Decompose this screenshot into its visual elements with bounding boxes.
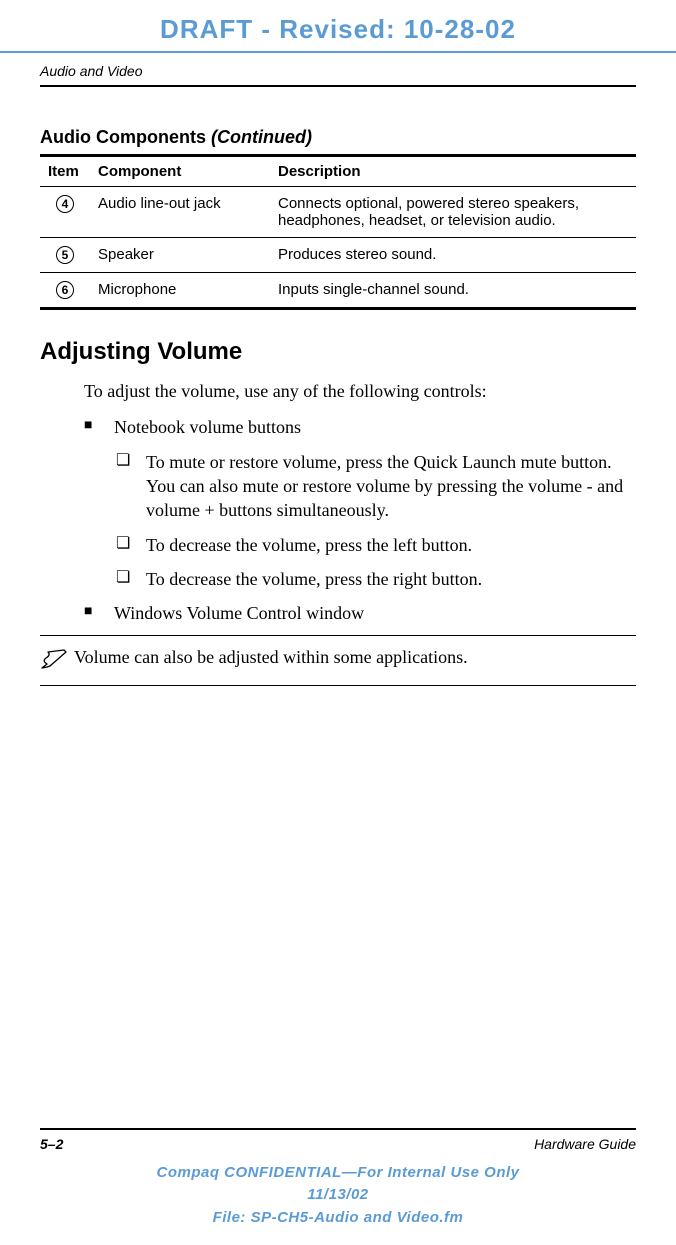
table-row: 6 Microphone Inputs single-channel sound… [40,273,636,309]
item-number-icon: 4 [56,195,74,213]
th-component: Component [90,156,270,187]
section-heading: Adjusting Volume [40,338,636,366]
cell-description: Connects optional, powered stereo speake… [270,187,636,238]
page-content: Audio Components (Continued) Item Compon… [0,87,676,625]
cell-item: 4 [40,187,90,238]
bullet-list: Notebook volume buttons To mute or resto… [84,415,636,625]
table-title: Audio Components (Continued) [40,127,636,148]
table-title-text: Audio Components [40,127,206,147]
table-title-continued: (Continued) [211,127,312,147]
sub-list-item: To decrease the volume, press the right … [116,567,636,591]
confidential-line: Compaq CONFIDENTIAL—For Internal Use Onl… [40,1162,636,1185]
sub-list-item: To mute or restore volume, press the Qui… [116,450,636,523]
sub-list-item: To decrease the volume, press the left b… [116,533,636,557]
confidential-file: File: SP-CH5-Audio and Video.fm [40,1207,636,1230]
list-item-text: Notebook volume buttons [114,417,301,437]
intro-text: To adjust the volume, use any of the fol… [84,380,636,403]
page-number: 5–2 [40,1136,63,1152]
th-description: Description [270,156,636,187]
page-header: Audio and Video [0,53,676,87]
note-text: Volume can also be adjusted within some … [74,646,468,669]
pencil-icon [40,646,74,675]
cell-item: 5 [40,238,90,273]
list-item-text: Windows Volume Control window [114,603,364,623]
draft-banner: DRAFT - Revised: 10-28-02 [0,0,676,51]
table-row: 5 Speaker Produces stereo sound. [40,238,636,273]
guide-name: Hardware Guide [534,1136,636,1152]
list-item: Windows Volume Control window [84,601,636,625]
cell-description: Inputs single-channel sound. [270,273,636,309]
list-item: Notebook volume buttons To mute or resto… [84,415,636,591]
page-footer: 5–2 Hardware Guide Compaq CONFIDENTIAL—F… [0,1128,676,1245]
note-block: Volume can also be adjusted within some … [40,635,636,686]
cell-description: Produces stereo sound. [270,238,636,273]
cell-item: 6 [40,273,90,309]
footer-row: 5–2 Hardware Guide [40,1136,636,1152]
confidential-date: 11/13/02 [40,1184,636,1207]
chapter-title: Audio and Video [40,63,636,79]
sub-list: To mute or restore volume, press the Qui… [116,450,636,591]
table-header-row: Item Component Description [40,156,636,187]
cell-component: Audio line-out jack [90,187,270,238]
footer-rule [40,1128,636,1130]
cell-component: Speaker [90,238,270,273]
table-row: 4 Audio line-out jack Connects optional,… [40,187,636,238]
confidential-block: Compaq CONFIDENTIAL—For Internal Use Onl… [40,1162,636,1230]
th-item: Item [40,156,90,187]
cell-component: Microphone [90,273,270,309]
item-number-icon: 5 [56,246,74,264]
components-table: Item Component Description 4 Audio line-… [40,154,636,310]
item-number-icon: 6 [56,281,74,299]
